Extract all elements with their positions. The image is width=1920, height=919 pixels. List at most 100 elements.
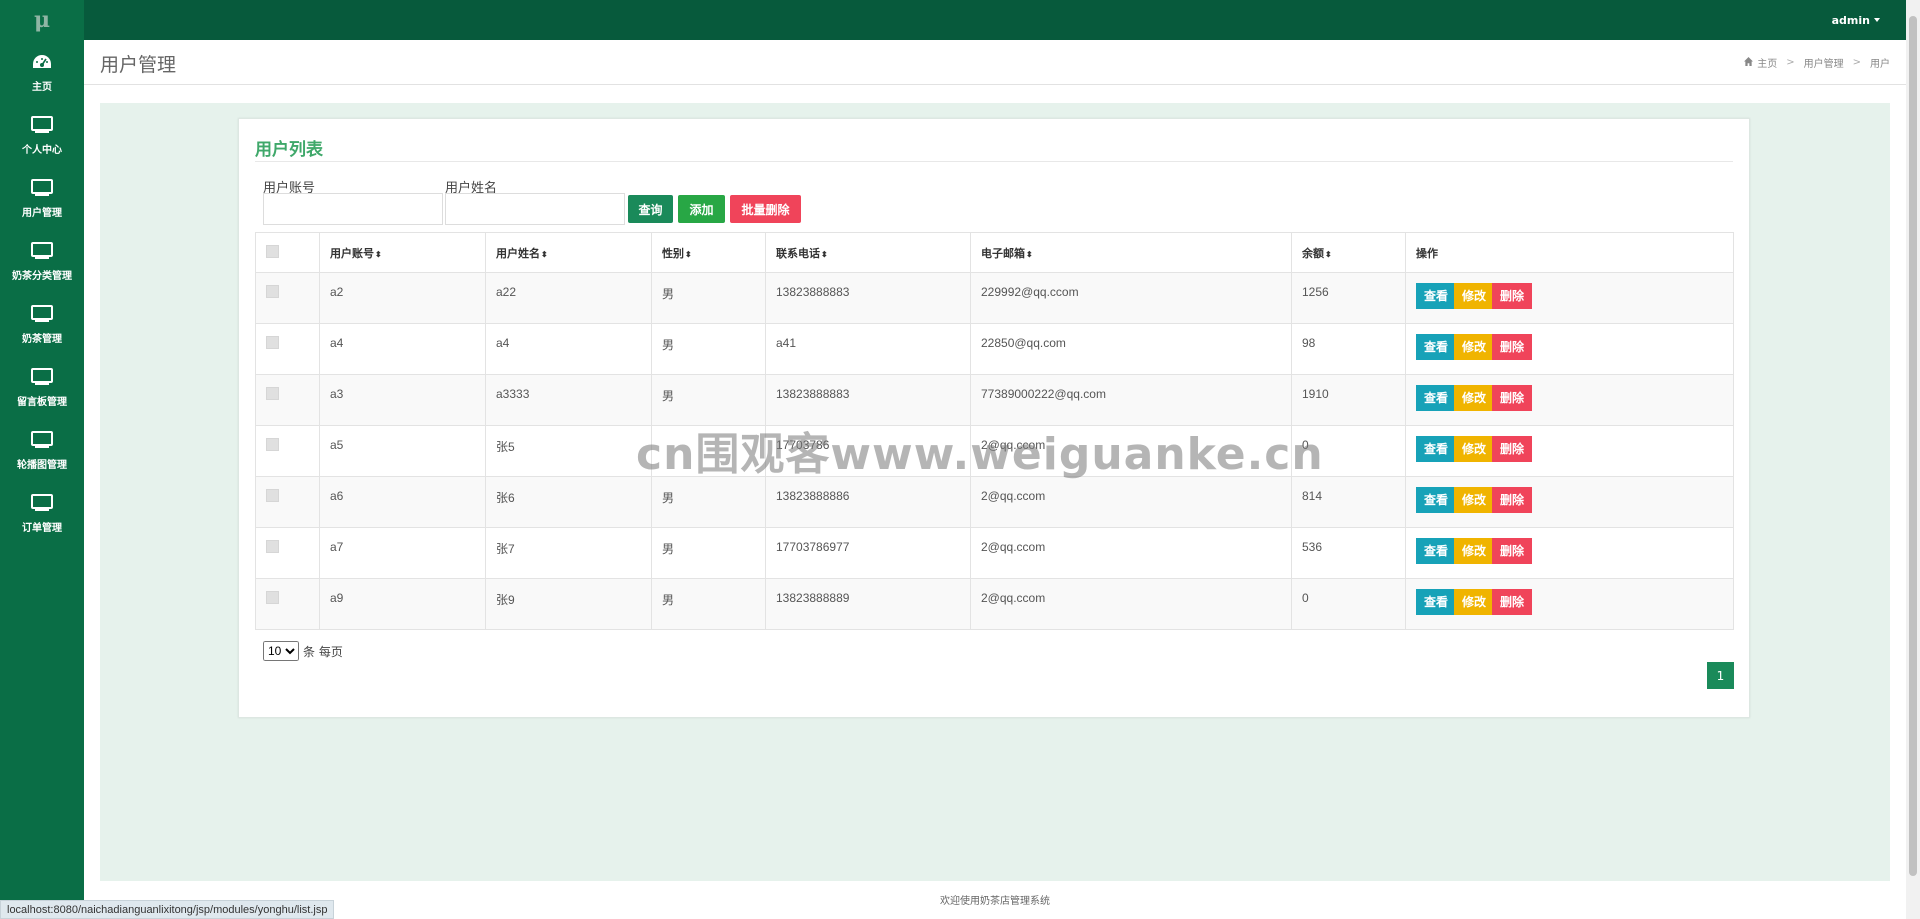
edit-button[interactable]: 修改 <box>1454 487 1495 513</box>
edit-button[interactable]: 修改 <box>1454 436 1495 462</box>
row-checkbox[interactable] <box>266 591 279 604</box>
cell-balance: 0 <box>1291 425 1406 477</box>
status-url: localhost:8080/naichadianguanlixitong/js… <box>0 900 335 919</box>
row-checkbox[interactable] <box>266 540 279 553</box>
sidebar: μ 主页个人中心用户管理奶茶分类管理奶茶管理 留言板管理 轮播图管理 订单管理 <box>0 0 84 919</box>
monitor-icon <box>31 428 53 452</box>
row-checkbox[interactable] <box>266 438 279 451</box>
sidebar-item-4[interactable]: 奶茶管理 <box>0 292 84 355</box>
query-button[interactable]: 查询 <box>628 195 673 223</box>
table-row: a5 张5 17703786 2@qq.ccom 0 查看 修改 删除 <box>255 425 1734 477</box>
breadcrumb-user-management[interactable]: 用户管理 <box>1804 55 1844 70</box>
table-row: a7 张7 男 17703786977 2@qq.ccom 536 查看 修改 删除 <box>255 527 1734 579</box>
row-select-cell <box>255 578 320 630</box>
row-checkbox[interactable] <box>266 285 279 298</box>
edit-button[interactable]: 修改 <box>1454 334 1495 360</box>
cell-balance: 98 <box>1291 323 1406 375</box>
row-checkbox[interactable] <box>266 489 279 502</box>
cell-email: 2@qq.ccom <box>970 578 1292 630</box>
header-account[interactable]: 用户账号⬍ <box>319 232 486 273</box>
sidebar-item-7[interactable]: 订单管理 <box>0 481 84 544</box>
cell-name: 张6 <box>485 476 652 528</box>
sidebar-item-1[interactable]: 个人中心 <box>0 103 84 166</box>
edit-button[interactable]: 修改 <box>1454 283 1495 309</box>
scrollbar[interactable] <box>1906 0 1920 919</box>
cell-actions: 查看 修改 删除 <box>1405 578 1734 630</box>
monitor-icon <box>31 176 53 200</box>
cell-gender: 男 <box>651 323 766 375</box>
cell-email: 2@qq.ccom <box>970 425 1292 477</box>
sidebar-item-2[interactable]: 用户管理 <box>0 166 84 229</box>
header-gender[interactable]: 性别⬍ <box>651 232 766 273</box>
cell-balance: 1256 <box>1291 272 1406 324</box>
view-button[interactable]: 查看 <box>1416 385 1457 411</box>
view-button[interactable]: 查看 <box>1416 436 1457 462</box>
cell-balance: 1910 <box>1291 374 1406 426</box>
breadcrumb: 主页 > 用户管理 > 用户 <box>1744 55 1890 70</box>
row-select-cell <box>255 374 320 426</box>
batch-delete-button[interactable]: 批量删除 <box>730 195 801 223</box>
page-title: 用户管理 <box>100 54 177 76</box>
sidebar-item-6[interactable]: 轮播图管理 <box>0 418 84 481</box>
name-input[interactable] <box>445 193 625 225</box>
sort-icon: ⬍ <box>685 250 692 259</box>
page-size-select[interactable]: 10 <box>263 641 299 661</box>
delete-button[interactable]: 删除 <box>1492 283 1533 309</box>
sidebar-item-5[interactable]: 留言板管理 <box>0 355 84 418</box>
logo: μ <box>33 7 51 33</box>
breadcrumb-home[interactable]: 主页 <box>1757 55 1777 70</box>
breadcrumb-separator: > <box>1852 57 1861 68</box>
cell-actions: 查看 修改 删除 <box>1405 272 1734 324</box>
user-table: 用户账号⬍ 用户姓名⬍ 性别⬍ 联系电话⬍ 电子邮箱⬍ 余额⬍ 操作 a2 a22… <box>255 232 1734 630</box>
account-input[interactable] <box>263 193 443 225</box>
edit-button[interactable]: 修改 <box>1454 538 1495 564</box>
table-row: a6 张6 男 13823888886 2@qq.ccom 814 查看 修改 删除 <box>255 476 1734 528</box>
sidebar-item-3[interactable]: 奶茶分类管理 <box>0 229 84 292</box>
view-button[interactable]: 查看 <box>1416 487 1457 513</box>
sort-icon: ⬍ <box>1026 250 1033 259</box>
delete-button[interactable]: 删除 <box>1492 538 1533 564</box>
dashboard-icon <box>32 50 52 74</box>
sidebar-item-label: 个人中心 <box>22 145 62 156</box>
cell-actions: 查看 修改 删除 <box>1405 425 1734 477</box>
view-button[interactable]: 查看 <box>1416 589 1457 615</box>
footer-text: 欢迎使用奶茶店管理系统 <box>940 896 1050 907</box>
cell-name: a3333 <box>485 374 652 426</box>
view-button[interactable]: 查看 <box>1416 283 1457 309</box>
header-balance[interactable]: 余额⬍ <box>1291 232 1406 273</box>
cell-name: a4 <box>485 323 652 375</box>
monitor-icon <box>31 491 53 515</box>
view-button[interactable]: 查看 <box>1416 538 1457 564</box>
add-button[interactable]: 添加 <box>678 195 725 223</box>
cell-phone: 13823888883 <box>765 272 971 324</box>
page-button-1[interactable]: 1 <box>1707 662 1734 689</box>
sidebar-item-0[interactable]: 主页 <box>0 40 84 103</box>
edit-button[interactable]: 修改 <box>1454 589 1495 615</box>
sort-icon: ⬍ <box>1325 250 1332 259</box>
edit-button[interactable]: 修改 <box>1454 385 1495 411</box>
row-checkbox[interactable] <box>266 336 279 349</box>
delete-button[interactable]: 删除 <box>1492 436 1533 462</box>
cell-email: 229992@qq.ccom <box>970 272 1292 324</box>
cell-account: a7 <box>319 527 486 579</box>
header-email[interactable]: 电子邮箱⬍ <box>970 232 1292 273</box>
table-row: a9 张9 男 13823888889 2@qq.ccom 0 查看 修改 删除 <box>255 578 1734 630</box>
delete-button[interactable]: 删除 <box>1492 487 1533 513</box>
view-button[interactable]: 查看 <box>1416 334 1457 360</box>
scroll-thumb[interactable] <box>1909 16 1917 876</box>
row-checkbox[interactable] <box>266 387 279 400</box>
header-select-all[interactable] <box>255 232 320 273</box>
sidebar-item-label: 用户管理 <box>22 208 62 219</box>
sort-icon: ⬍ <box>541 250 548 259</box>
delete-button[interactable]: 删除 <box>1492 334 1533 360</box>
header-name[interactable]: 用户姓名⬍ <box>485 232 652 273</box>
cell-account: a5 <box>319 425 486 477</box>
select-all-checkbox[interactable] <box>266 245 279 258</box>
sidebar-item-label: 奶茶分类管理 <box>12 271 72 282</box>
user-menu[interactable]: admin <box>1832 0 1880 40</box>
monitor-icon <box>31 365 53 389</box>
delete-button[interactable]: 删除 <box>1492 385 1533 411</box>
delete-button[interactable]: 删除 <box>1492 589 1533 615</box>
header-phone[interactable]: 联系电话⬍ <box>765 232 971 273</box>
cell-actions: 查看 修改 删除 <box>1405 476 1734 528</box>
